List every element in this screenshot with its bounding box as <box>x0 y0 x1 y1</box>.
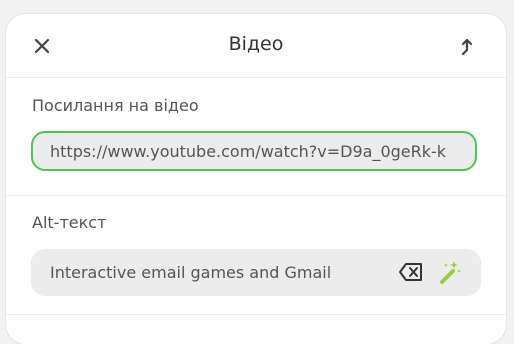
panel-header: Відео <box>6 14 506 78</box>
alt-text-label: Alt-текст <box>32 213 107 232</box>
alt-text-section: Alt-текст Interactive email games and Gm… <box>6 196 506 315</box>
video-url-value: https://www.youtube.com/watch?v=D9a_0geR… <box>50 142 447 161</box>
video-link-label: Посилання на відео <box>32 96 199 115</box>
video-link-section: Посилання на відео https://www.youtube.c… <box>6 78 506 196</box>
video-settings-panel: Відео Посилання на відео https://www.you… <box>6 14 506 344</box>
alt-text-input[interactable]: Interactive email games and Gmail <box>31 249 481 296</box>
share-arrow-icon[interactable] <box>456 35 478 57</box>
backspace-clear-icon[interactable] <box>398 261 424 283</box>
alt-text-value: Interactive email games and Gmail <box>50 263 332 282</box>
video-url-input[interactable]: https://www.youtube.com/watch?v=D9a_0geR… <box>31 131 477 171</box>
panel-title: Відео <box>228 33 284 55</box>
magic-wand-icon[interactable] <box>437 259 463 285</box>
